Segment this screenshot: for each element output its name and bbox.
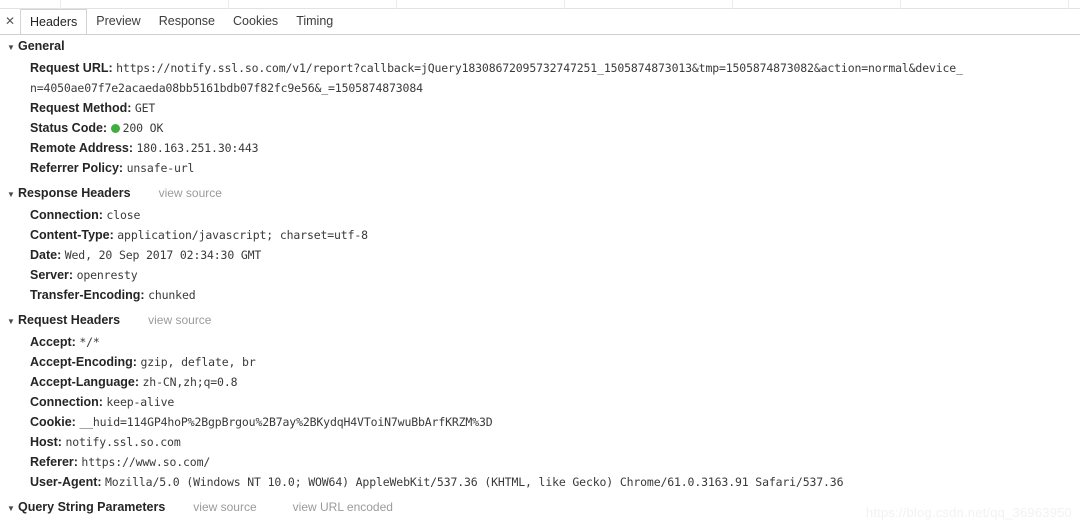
section-general: ▼ General Request URL: https://notify.ssl.…: [0, 35, 1080, 182]
section-response-headers: ▼ Response Headers view source Connection: …: [0, 182, 1080, 309]
triangle-down-icon: ▼: [7, 43, 15, 52]
column-divider: [396, 0, 397, 9]
column-divider: [564, 0, 565, 9]
column-divider: [60, 0, 61, 9]
link-view-source[interactable]: view source: [159, 185, 222, 202]
section-title: Response Headers: [18, 186, 131, 200]
header-row: Status Code: 200 OK: [0, 118, 1080, 138]
section-query-string-parameters: ▼ Query String Parameters view source view …: [0, 496, 1080, 523]
header-name: Accept-Language:: [30, 375, 140, 389]
header-row: Connection: close: [0, 205, 1080, 225]
tab-headers[interactable]: Headers: [20, 9, 88, 34]
header-name: Accept:: [30, 335, 76, 349]
header-value: __huid=114GP4hoP%2BgpBrgou%2B7ay%2BKydqH…: [79, 415, 493, 429]
status-dot-icon: [110, 124, 120, 133]
header-value: application/javascript; charset=utf-8: [117, 228, 368, 242]
section-rows: Request URL: https://notify.ssl.so.com/v…: [0, 58, 1080, 182]
header-row: Server: openresty: [0, 265, 1080, 285]
header-value: Mozilla/5.0 (Windows NT 10.0; WOW64) App…: [105, 475, 844, 489]
header-value: openresty: [76, 268, 138, 282]
header-row: Referrer Policy: unsafe-url: [0, 158, 1080, 178]
header-name: Connection:: [30, 395, 103, 409]
section-header-general[interactable]: ▼ General: [0, 35, 1080, 58]
header-row: Accept: */*: [0, 332, 1080, 352]
header-value: close: [106, 208, 141, 222]
header-name: Cookie:: [30, 415, 76, 429]
header-name: Server:: [30, 268, 74, 282]
section-title: General: [18, 39, 65, 53]
column-divider: [1068, 0, 1069, 9]
header-value: GET: [134, 101, 156, 115]
section-request-headers: ▼ Request Headers view source Accept: */* Ac…: [0, 309, 1080, 496]
header-name: User-Agent:: [30, 475, 102, 489]
header-row: Referer: https://www.so.com/: [0, 452, 1080, 472]
section-header-response-headers[interactable]: ▼ Response Headers view source: [0, 182, 1080, 205]
header-value: https://notify.ssl.so.com/v1/report?call…: [116, 61, 963, 75]
header-value: Wed, 20 Sep 2017 02:34:30 GMT: [64, 248, 262, 262]
section-rows: Accept: */* Accept-Encoding: gzip, deflat…: [0, 332, 1080, 496]
header-row: Content-Type: application/javascript; ch…: [0, 225, 1080, 245]
header-value: */*: [79, 335, 100, 349]
tab-timing[interactable]: Timing: [287, 9, 342, 34]
header-row: Date: Wed, 20 Sep 2017 02:34:30 GMT: [0, 245, 1080, 265]
section-rows: Connection: close Content-Type: applicati…: [0, 205, 1080, 309]
triangle-down-icon: ▼: [7, 190, 15, 199]
section-header-request-headers[interactable]: ▼ Request Headers view source: [0, 309, 1080, 332]
close-icon[interactable]: ✕: [0, 9, 20, 34]
section-header-query-string-parameters[interactable]: ▼ Query String Parameters view source view …: [0, 496, 1080, 519]
header-row: Transfer-Encoding: chunked: [0, 285, 1080, 305]
tab-preview[interactable]: Preview: [87, 9, 149, 34]
header-value: notify.ssl.so.com: [65, 435, 181, 449]
triangle-down-icon: ▼: [7, 504, 15, 513]
tab-cookies[interactable]: Cookies: [224, 9, 287, 34]
header-row: Accept-Language: zh-CN,zh;q=0.8: [0, 372, 1080, 392]
link-view-source[interactable]: view source: [193, 499, 256, 516]
header-name: Request Method:: [30, 101, 132, 115]
section-title: Request Headers: [18, 313, 121, 327]
header-name: Connection:: [30, 208, 103, 222]
tab-response[interactable]: Response: [150, 9, 224, 34]
header-value: https://www.so.com/: [81, 455, 211, 469]
column-divider: [900, 0, 901, 9]
link-view-url-encoded[interactable]: view URL encoded: [293, 499, 393, 516]
header-name: Host:: [30, 435, 62, 449]
header-name: Remote Address:: [30, 141, 134, 155]
header-name: Referrer Policy:: [30, 161, 124, 175]
header-row: Host: notify.ssl.so.com: [0, 432, 1080, 452]
header-value-continuation: n=4050ae07f7e2acaeda08bb5161bdb07f82fc9e…: [30, 81, 423, 95]
header-name: Content-Type:: [30, 228, 114, 242]
header-name: Date:: [30, 248, 62, 262]
header-row: Request URL: https://notify.ssl.so.com/v…: [0, 58, 1080, 78]
header-row: User-Agent: Mozilla/5.0 (Windows NT 10.0…: [0, 472, 1080, 492]
header-row: Request Method: GET: [0, 98, 1080, 118]
section-rows: [0, 519, 1080, 523]
header-row: Remote Address: 180.163.251.30:443: [0, 138, 1080, 158]
link-view-source[interactable]: view source: [148, 312, 211, 329]
column-divider: [732, 0, 733, 9]
header-value: zh-CN,zh;q=0.8: [142, 375, 238, 389]
header-row: Cookie: __huid=114GP4hoP%2BgpBrgou%2B7ay…: [0, 412, 1080, 432]
triangle-down-icon: ▼: [7, 317, 15, 326]
header-value: chunked: [148, 288, 196, 302]
header-name: Transfer-Encoding:: [30, 288, 145, 302]
header-name: Request URL:: [30, 61, 113, 75]
header-name: Status Code:: [30, 121, 108, 135]
header-value: 200 OK: [122, 121, 164, 135]
header-value: keep-alive: [106, 395, 175, 409]
header-value: 180.163.251.30:443: [136, 141, 259, 155]
header-value: unsafe-url: [126, 161, 195, 175]
section-title: Query String Parameters: [18, 500, 166, 514]
header-row: Connection: keep-alive: [0, 392, 1080, 412]
header-name: Referer:: [30, 455, 78, 469]
headers-panel[interactable]: ▼ General Request URL: https://notify.ssl.…: [0, 35, 1080, 526]
details-tab-bar: ✕ Headers Preview Response Cookies Timing: [0, 9, 1080, 35]
header-row: Accept-Encoding: gzip, deflate, br: [0, 352, 1080, 372]
header-name: Accept-Encoding:: [30, 355, 137, 369]
network-table-column-strip: [0, 0, 1080, 9]
column-divider: [228, 0, 229, 9]
header-value: gzip, deflate, br: [140, 355, 256, 369]
